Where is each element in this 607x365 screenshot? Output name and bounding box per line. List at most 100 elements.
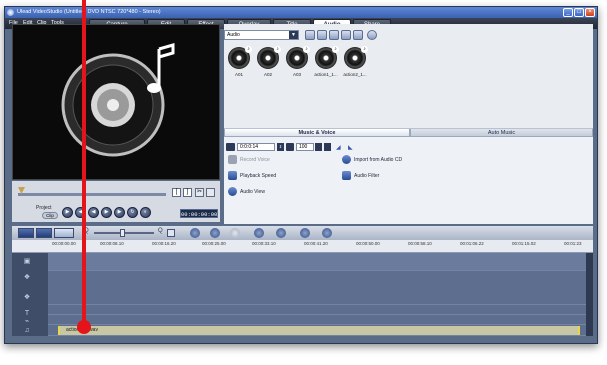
- library-toolbar: Audio ▼: [224, 30, 593, 42]
- record-voice-label: Record Voice: [240, 156, 270, 163]
- next-frame-icon[interactable]: ▶: [101, 207, 112, 218]
- duration-field[interactable]: 0:0:0:14: [237, 143, 275, 151]
- library-category-value: Audio: [227, 32, 240, 38]
- preview-window: [12, 24, 220, 180]
- ruler-tick: 00:00:00.00: [52, 241, 76, 246]
- clock-icon: [226, 143, 235, 151]
- options-panel: Music & Voice Auto Music 0:0:0:14 ⇕ 100 …: [224, 128, 593, 224]
- music-track-icon[interactable]: ♫: [22, 326, 32, 336]
- fade-in-icon[interactable]: ◢: [336, 144, 341, 151]
- timecode-display[interactable]: 00:00:00:00: [180, 209, 218, 218]
- window-controls: _ □ ×: [563, 8, 595, 17]
- copy-icon[interactable]: [353, 30, 363, 40]
- video-track-icon[interactable]: ▣: [22, 257, 32, 267]
- storyboard-view-button[interactable]: [18, 228, 34, 238]
- title-bar: Ulead VideoStudio (Untitled, DVD NTSC 72…: [5, 7, 597, 18]
- voice-track[interactable]: [48, 315, 586, 325]
- time-ruler[interactable]: 00:00:00.00 00:00:08.10 00:00:16.20 00:0…: [12, 240, 593, 253]
- insert-icon[interactable]: [254, 228, 264, 238]
- volume-dropdown[interactable]: [324, 143, 331, 151]
- fade-out-icon[interactable]: ◣: [348, 144, 353, 151]
- scrub-track[interactable]: [18, 193, 166, 196]
- microphone-icon: [228, 155, 237, 164]
- library-clip[interactable]: ♪ action2_1...: [342, 46, 368, 82]
- clip-label: action2_1...: [343, 72, 367, 77]
- ruler-tick: 00:01:06.22: [460, 241, 484, 246]
- minimize-button[interactable]: _: [563, 8, 573, 17]
- record-icon[interactable]: [210, 228, 220, 238]
- speed-icon: [228, 171, 237, 180]
- import-cd-label: Import from Audio CD: [354, 156, 403, 163]
- zoom-in-icon[interactable]: Q: [158, 228, 163, 234]
- tab-auto-music[interactable]: Auto Music: [410, 129, 593, 137]
- chapter-icon[interactable]: [322, 228, 332, 238]
- music-note-icon: ♪: [245, 46, 252, 53]
- view-icon[interactable]: [329, 30, 339, 40]
- maximize-button[interactable]: □: [574, 8, 584, 17]
- audio-view-button[interactable]: [54, 228, 74, 238]
- end-icon[interactable]: ▶: [114, 207, 125, 218]
- open-folder-icon[interactable]: [305, 30, 315, 40]
- overlay-track-icon[interactable]: ❖: [22, 273, 32, 283]
- playback-speed-button[interactable]: Playback Speed: [228, 171, 276, 181]
- repeat-icon[interactable]: ↻: [127, 207, 138, 218]
- close-button[interactable]: ×: [585, 8, 595, 17]
- tab-music-voice[interactable]: Music & Voice: [224, 129, 410, 137]
- previous-frame-icon[interactable]: ◀: [88, 207, 99, 218]
- music-note-icon: ♪: [303, 46, 310, 53]
- speaker-icon: [286, 143, 294, 151]
- timeline: 00:00:00.00 00:00:08.10 00:00:16.20 00:0…: [12, 240, 593, 336]
- chevron-down-icon: ▼: [289, 31, 298, 39]
- volume-mixer-icon[interactable]: [276, 228, 286, 238]
- timeline-toolbar: Q Q: [12, 226, 593, 240]
- options-icon[interactable]: [317, 30, 327, 40]
- audio-view-icon: [228, 187, 237, 196]
- fit-project-icon[interactable]: [167, 229, 175, 237]
- clip-toggle[interactable]: Clip: [42, 212, 58, 219]
- play-icon[interactable]: ▶: [62, 207, 73, 218]
- window-title: Ulead VideoStudio (Untitled, DVD NTSC 72…: [17, 9, 161, 15]
- music-note-icon: [61, 43, 175, 157]
- cut-clip-icon[interactable]: ✂: [195, 188, 204, 197]
- library-category-select[interactable]: Audio ▼: [224, 30, 299, 40]
- mark-in-button[interactable]: [: [172, 188, 181, 197]
- audio-view-label: Audio View: [240, 188, 265, 195]
- volume-icon[interactable]: ◐: [140, 207, 151, 218]
- smart-proxy-icon[interactable]: [300, 228, 310, 238]
- expand-icon[interactable]: [367, 30, 377, 40]
- batch-icon[interactable]: [190, 228, 200, 238]
- music-note-icon: ♪: [361, 46, 368, 53]
- undo-icon[interactable]: [230, 228, 240, 238]
- audio-view-button[interactable]: Audio View: [228, 187, 265, 197]
- timeline-tracks[interactable]: action1_1.wav: [48, 253, 586, 336]
- import-cd-button[interactable]: Import from Audio CD: [342, 155, 402, 165]
- vertical-scrollbar[interactable]: [586, 253, 593, 336]
- filter-icon: [342, 171, 351, 180]
- library-clip[interactable]: ♪ action1_1...: [313, 46, 339, 82]
- project-label: Project: [36, 205, 52, 211]
- volume-spinner[interactable]: [315, 143, 322, 151]
- library-clip[interactable]: ♪ A02: [255, 46, 281, 82]
- overlay-track-icon[interactable]: ❖: [22, 293, 32, 303]
- ruler-tick: 00:00:16.20: [152, 241, 176, 246]
- library-clip[interactable]: ♪ A01: [226, 46, 252, 82]
- ruler-tick: 00:00:08.10: [100, 241, 124, 246]
- mark-out-button[interactable]: ]: [183, 188, 192, 197]
- playback-controls: Project Clip ▶ ◀ ◀ ▶ ▶ ↻ ◐ 00:00:00:00: [12, 204, 220, 222]
- title-track[interactable]: [48, 305, 586, 315]
- music-note-icon: ♪: [332, 46, 339, 53]
- clip-label: action1_1...: [314, 72, 338, 77]
- library-clip[interactable]: ♪ A03: [284, 46, 310, 82]
- zoom-slider-thumb[interactable]: [120, 229, 125, 237]
- video-track[interactable]: [48, 253, 586, 271]
- annotation-marker-line: [82, 0, 86, 327]
- overlay-track[interactable]: [48, 271, 586, 305]
- volume-field[interactable]: 100: [296, 143, 314, 151]
- duration-spinner[interactable]: ⇕: [277, 143, 284, 151]
- enlarge-icon[interactable]: [206, 188, 215, 197]
- cd-icon: [342, 155, 351, 164]
- audio-filter-button[interactable]: Audio Filter: [342, 171, 379, 181]
- sort-icon[interactable]: [341, 30, 351, 40]
- timeline-view-button[interactable]: [36, 228, 52, 238]
- timeline-audio-clip[interactable]: action1_1.wav: [58, 326, 580, 335]
